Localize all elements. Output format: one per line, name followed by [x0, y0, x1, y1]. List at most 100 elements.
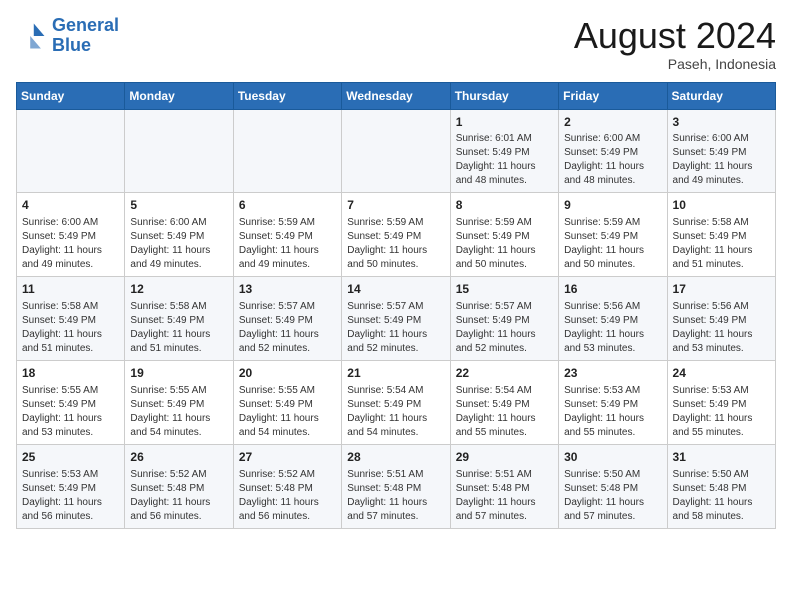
day-number: 2: [564, 114, 661, 131]
day-info: Sunrise: 5:58 AM Sunset: 5:49 PM Dayligh…: [130, 300, 227, 356]
day-info: Sunrise: 5:57 AM Sunset: 5:49 PM Dayligh…: [456, 300, 553, 356]
logo-icon: [16, 20, 48, 52]
subtitle: Paseh, Indonesia: [574, 56, 776, 72]
calendar-cell: 31 Sunrise: 5:50 AM Sunset: 5:48 PM Dayli…: [667, 444, 775, 528]
day-number: 8: [456, 197, 553, 214]
column-header-thursday: Thursday: [450, 82, 558, 109]
day-info: Sunrise: 5:57 AM Sunset: 5:49 PM Dayligh…: [347, 300, 444, 356]
logo: General Blue: [16, 16, 119, 56]
page-header: General Blue August 2024 Paseh, Indonesi…: [16, 16, 776, 72]
calendar-cell: 17 Sunrise: 5:56 AM Sunset: 5:49 PM Dayli…: [667, 277, 775, 361]
calendar-cell: 22 Sunrise: 5:54 AM Sunset: 5:49 PM Dayli…: [450, 360, 558, 444]
day-number: 17: [673, 281, 770, 298]
day-number: 29: [456, 449, 553, 466]
day-number: 18: [22, 365, 119, 382]
day-number: 24: [673, 365, 770, 382]
calendar-cell: 18 Sunrise: 5:55 AM Sunset: 5:49 PM Dayli…: [17, 360, 125, 444]
day-info: Sunrise: 6:01 AM Sunset: 5:49 PM Dayligh…: [456, 132, 553, 188]
calendar-cell: 20Sunrise: 5:55 AM Sunset: 5:49 PM Dayli…: [233, 360, 341, 444]
day-info: Sunrise: 5:55 AM Sunset: 5:49 PM Dayligh…: [22, 384, 119, 440]
day-info: Sunrise: 5:58 AM Sunset: 5:49 PM Dayligh…: [673, 216, 770, 272]
day-info: Sunrise: 5:58 AM Sunset: 5:49 PM Dayligh…: [22, 300, 119, 356]
day-number: 5: [130, 197, 227, 214]
day-info: Sunrise: 5:54 AM Sunset: 5:49 PM Dayligh…: [347, 384, 444, 440]
calendar-cell: 13 Sunrise: 5:57 AM Sunset: 5:49 PM Dayli…: [233, 277, 341, 361]
day-number: 12: [130, 281, 227, 298]
calendar-cell: 10 Sunrise: 5:58 AM Sunset: 5:49 PM Dayli…: [667, 193, 775, 277]
calendar-cell: 25Sunrise: 5:53 AM Sunset: 5:49 PM Dayli…: [17, 444, 125, 528]
day-number: 20: [239, 365, 336, 382]
column-header-saturday: Saturday: [667, 82, 775, 109]
calendar-cell: 29 Sunrise: 5:51 AM Sunset: 5:48 PM Dayli…: [450, 444, 558, 528]
day-number: 28: [347, 449, 444, 466]
day-info: Sunrise: 5:57 AM Sunset: 5:49 PM Dayligh…: [239, 300, 336, 356]
day-info: Sunrise: 5:50 AM Sunset: 5:48 PM Dayligh…: [673, 468, 770, 524]
calendar-cell: 21 Sunrise: 5:54 AM Sunset: 5:49 PM Dayli…: [342, 360, 450, 444]
day-info: Sunrise: 6:00 AM Sunset: 5:49 PM Dayligh…: [130, 216, 227, 272]
day-number: 31: [673, 449, 770, 466]
calendar-table: SundayMondayTuesdayWednesdayThursdayFrid…: [16, 82, 776, 529]
day-info: Sunrise: 6:00 AM Sunset: 5:49 PM Dayligh…: [564, 132, 661, 188]
calendar-cell: [17, 109, 125, 193]
calendar-week-row: 11 Sunrise: 5:58 AM Sunset: 5:49 PM Dayli…: [17, 277, 776, 361]
title-area: August 2024 Paseh, Indonesia: [574, 16, 776, 72]
calendar-cell: 3Sunrise: 6:00 AM Sunset: 5:49 PM Daylig…: [667, 109, 775, 193]
day-number: 6: [239, 197, 336, 214]
logo-text: General Blue: [52, 16, 119, 56]
day-number: 10: [673, 197, 770, 214]
day-info: Sunrise: 6:00 AM Sunset: 5:49 PM Dayligh…: [673, 132, 770, 188]
day-info: Sunrise: 5:59 AM Sunset: 5:49 PM Dayligh…: [239, 216, 336, 272]
calendar-cell: 2Sunrise: 6:00 AM Sunset: 5:49 PM Daylig…: [559, 109, 667, 193]
day-number: 4: [22, 197, 119, 214]
day-info: Sunrise: 5:59 AM Sunset: 5:49 PM Dayligh…: [564, 216, 661, 272]
day-info: Sunrise: 5:52 AM Sunset: 5:48 PM Dayligh…: [130, 468, 227, 524]
calendar-cell: 26Sunrise: 5:52 AM Sunset: 5:48 PM Dayli…: [125, 444, 233, 528]
day-info: Sunrise: 5:56 AM Sunset: 5:49 PM Dayligh…: [673, 300, 770, 356]
day-info: Sunrise: 5:56 AM Sunset: 5:49 PM Dayligh…: [564, 300, 661, 356]
day-info: Sunrise: 5:59 AM Sunset: 5:49 PM Dayligh…: [347, 216, 444, 272]
calendar-cell: 4 Sunrise: 6:00 AM Sunset: 5:49 PM Daylig…: [17, 193, 125, 277]
day-number: 3: [673, 114, 770, 131]
day-info: Sunrise: 5:54 AM Sunset: 5:49 PM Dayligh…: [456, 384, 553, 440]
column-header-wednesday: Wednesday: [342, 82, 450, 109]
day-info: Sunrise: 6:00 AM Sunset: 5:49 PM Dayligh…: [22, 216, 119, 272]
calendar-cell: [342, 109, 450, 193]
calendar-cell: 15Sunrise: 5:57 AM Sunset: 5:49 PM Dayli…: [450, 277, 558, 361]
day-info: Sunrise: 5:51 AM Sunset: 5:48 PM Dayligh…: [456, 468, 553, 524]
calendar-cell: 16 Sunrise: 5:56 AM Sunset: 5:49 PM Dayli…: [559, 277, 667, 361]
calendar-cell: 14 Sunrise: 5:57 AM Sunset: 5:49 PM Dayli…: [342, 277, 450, 361]
day-number: 23: [564, 365, 661, 382]
calendar-cell: 7 Sunrise: 5:59 AM Sunset: 5:49 PM Daylig…: [342, 193, 450, 277]
day-info: Sunrise: 5:51 AM Sunset: 5:48 PM Dayligh…: [347, 468, 444, 524]
calendar-cell: 5 Sunrise: 6:00 AM Sunset: 5:49 PM Daylig…: [125, 193, 233, 277]
calendar-header-row: SundayMondayTuesdayWednesdayThursdayFrid…: [17, 82, 776, 109]
calendar-cell: 24 Sunrise: 5:53 AM Sunset: 5:49 PM Dayli…: [667, 360, 775, 444]
day-number: 9: [564, 197, 661, 214]
day-info: Sunrise: 5:55 AM Sunset: 5:49 PM Dayligh…: [130, 384, 227, 440]
calendar-cell: [233, 109, 341, 193]
calendar-cell: 1Sunrise: 6:01 AM Sunset: 5:49 PM Daylig…: [450, 109, 558, 193]
day-number: 13: [239, 281, 336, 298]
day-number: 22: [456, 365, 553, 382]
day-info: Sunrise: 5:53 AM Sunset: 5:49 PM Dayligh…: [564, 384, 661, 440]
column-header-monday: Monday: [125, 82, 233, 109]
calendar-cell: 11 Sunrise: 5:58 AM Sunset: 5:49 PM Dayli…: [17, 277, 125, 361]
day-number: 19: [130, 365, 227, 382]
column-header-friday: Friday: [559, 82, 667, 109]
calendar-week-row: 25Sunrise: 5:53 AM Sunset: 5:49 PM Dayli…: [17, 444, 776, 528]
day-number: 14: [347, 281, 444, 298]
day-number: 27: [239, 449, 336, 466]
day-number: 21: [347, 365, 444, 382]
day-info: Sunrise: 5:59 AM Sunset: 5:49 PM Dayligh…: [456, 216, 553, 272]
day-number: 16: [564, 281, 661, 298]
calendar-cell: 28 Sunrise: 5:51 AM Sunset: 5:48 PM Dayli…: [342, 444, 450, 528]
calendar-cell: 6 Sunrise: 5:59 AM Sunset: 5:49 PM Daylig…: [233, 193, 341, 277]
day-number: 7: [347, 197, 444, 214]
column-header-tuesday: Tuesday: [233, 82, 341, 109]
day-number: 30: [564, 449, 661, 466]
calendar-cell: 8 Sunrise: 5:59 AM Sunset: 5:49 PM Daylig…: [450, 193, 558, 277]
day-number: 11: [22, 281, 119, 298]
day-info: Sunrise: 5:50 AM Sunset: 5:48 PM Dayligh…: [564, 468, 661, 524]
day-info: Sunrise: 5:53 AM Sunset: 5:49 PM Dayligh…: [673, 384, 770, 440]
column-header-sunday: Sunday: [17, 82, 125, 109]
